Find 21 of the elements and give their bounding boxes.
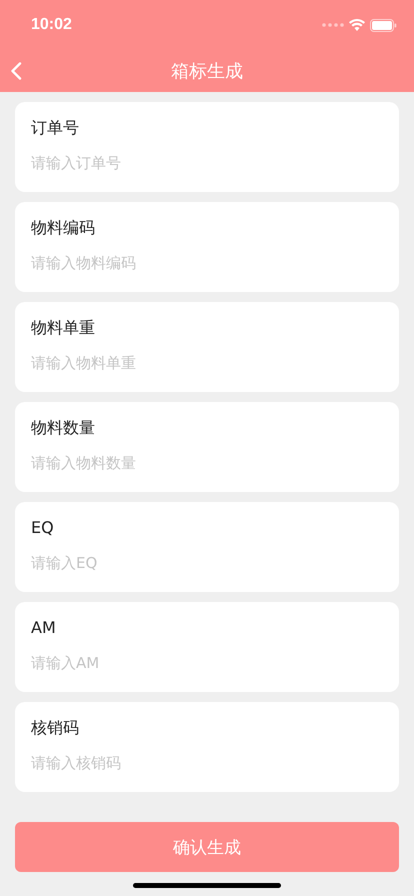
field-label: 物料单重: [31, 318, 96, 338]
input-field[interactable]: 请输入物料数量: [31, 452, 331, 474]
input-field[interactable]: 请输入订单号: [31, 152, 331, 174]
input-field[interactable]: 请输入物料单重: [31, 352, 331, 374]
field-label: 物料编码: [31, 218, 96, 238]
field-label: 物料数量: [31, 418, 96, 438]
field-label: 订单号: [31, 118, 80, 138]
page-title: 箱标生成: [171, 60, 243, 83]
input-field[interactable]: 请输入EQ: [31, 552, 331, 574]
input-field[interactable]: 请输入AM: [31, 652, 331, 674]
confirm-button[interactable]: 确认生成: [15, 822, 399, 872]
field-label: AM: [31, 618, 57, 638]
status-time: 10:02: [31, 16, 72, 34]
input-field[interactable]: 请输入物料编码: [31, 252, 331, 274]
wifi-icon: [349, 19, 365, 31]
back-icon[interactable]: [10, 62, 22, 80]
field-label: EQ: [31, 518, 55, 538]
signal-icon: [322, 23, 344, 27]
field-label: 核销码: [31, 718, 80, 738]
battery-icon: [370, 18, 397, 32]
input-field[interactable]: 请输入核销码: [31, 752, 331, 774]
